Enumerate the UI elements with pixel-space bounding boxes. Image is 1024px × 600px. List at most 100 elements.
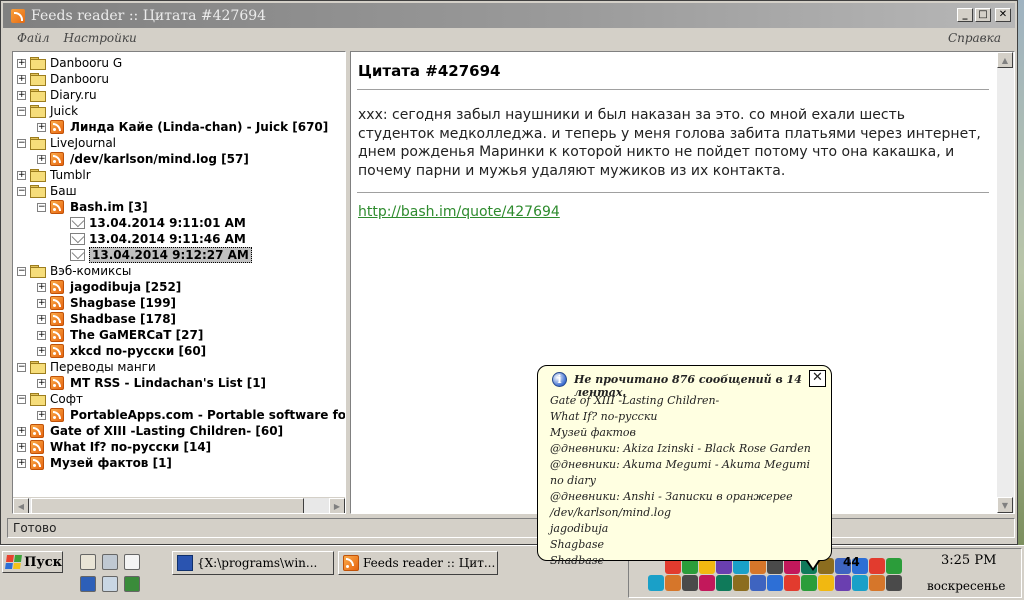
rss-icon [30, 456, 44, 470]
tree-node[interactable]: + PortableApps.com - Portable software fo… [37, 407, 345, 423]
tree-node[interactable]: + Danbooru [17, 71, 109, 87]
tree-node[interactable]: + Danbooru G [17, 55, 122, 71]
tree-node[interactable]: + xkcd по-русски [60] [37, 343, 206, 359]
tree-node[interactable]: + /dev/karlson/mind.log [57] [37, 151, 249, 167]
antivirus-icon[interactable] [750, 575, 766, 591]
expand-icon[interactable]: + [17, 458, 26, 468]
expand-icon[interactable]: + [37, 346, 46, 356]
scroll-right-button[interactable]: ▶ [329, 498, 345, 513]
calendar-icon[interactable] [124, 554, 140, 570]
tree-node[interactable]: 13.04.2014 9:11:46 AM [57, 231, 246, 247]
envelope-icon [70, 249, 85, 261]
collapse-icon[interactable]: − [17, 266, 26, 276]
tree-node-label: The GaMERCaT [27] [70, 328, 204, 342]
expand-icon[interactable]: + [17, 90, 26, 100]
quicklaunch-icon[interactable] [102, 554, 118, 570]
clock-time[interactable]: 3:25 PM [941, 553, 996, 568]
tree-node[interactable]: − Баш [17, 183, 77, 199]
scroll-up-button[interactable]: ▲ [997, 52, 1013, 68]
tree-node[interactable]: + Музей фактов [1] [17, 455, 172, 471]
notification-balloon[interactable]: i Не прочитано 876 сообщений в 14 лентах… [537, 365, 832, 567]
tree-node[interactable]: − Juick [17, 103, 78, 119]
messenger-icon[interactable] [665, 575, 681, 591]
task-button-feeds-reader[interactable]: Feeds reader :: Цит... [338, 551, 498, 575]
tree-node[interactable]: 13.04.2014 9:11:01 AM [57, 215, 246, 231]
article-link[interactable]: http://bash.im/quote/427694 [358, 204, 560, 220]
tree-node[interactable]: − Переводы манги [17, 359, 156, 375]
network-icon[interactable] [801, 575, 817, 591]
collapse-icon[interactable]: − [17, 362, 26, 372]
quicklaunch-icon[interactable] [80, 554, 96, 570]
tree-node[interactable]: − LiveJournal [17, 135, 116, 151]
collapse-icon[interactable]: − [17, 106, 26, 116]
expand-icon[interactable]: + [37, 314, 46, 324]
expand-icon[interactable]: + [37, 330, 46, 340]
expand-icon[interactable]: + [17, 170, 26, 180]
scroll-left-button[interactable]: ◀ [13, 498, 29, 513]
folder-icon [30, 73, 46, 86]
tree-node[interactable]: + Shagbase [199] [37, 295, 176, 311]
expand-icon[interactable]: + [17, 442, 26, 452]
p2p-icon[interactable] [886, 575, 902, 591]
expand-icon[interactable]: + [37, 154, 46, 164]
menu-bar: Файл Настройки Справка [3, 28, 1015, 48]
tree-node[interactable]: + MT RSS - Lindachan's List [1] [37, 375, 266, 391]
tree-node[interactable]: + Diary.ru [17, 87, 97, 103]
rss-icon[interactable] [733, 575, 749, 591]
tree-node[interactable]: + jagodibuja [252] [37, 279, 181, 295]
maximize-button[interactable]: □ [975, 8, 991, 22]
horizontal-scrollbar[interactable]: ◀ ▶ [13, 497, 345, 513]
expand-icon[interactable]: + [37, 378, 46, 388]
update-icon[interactable] [852, 575, 868, 591]
vertical-scrollbar[interactable]: ▲ ▼ [997, 52, 1014, 513]
task-button-explorer[interactable]: {X:\programs\win... [172, 551, 334, 575]
tree-node[interactable]: + Tumblr [17, 167, 91, 183]
scrollbar-thumb[interactable] [31, 498, 304, 513]
tree-node[interactable]: + Gate of XIII -Lasting Children- [60] [17, 423, 283, 439]
p2p-icon[interactable] [682, 575, 698, 591]
title-bar[interactable]: Feeds reader :: Цитата #427694 _ □ ✕ [3, 3, 1015, 28]
sound-icon[interactable] [886, 558, 902, 574]
tree-node[interactable]: + What If? по-русски [14] [17, 439, 211, 455]
shield-icon[interactable] [818, 575, 834, 591]
close-icon[interactable]: ✕ [809, 370, 826, 387]
collapse-icon[interactable]: − [17, 394, 26, 404]
sound-icon[interactable] [835, 575, 851, 591]
tree-node[interactable]: + The GaMERCaT [27] [37, 327, 203, 343]
expand-icon[interactable]: + [17, 74, 26, 84]
collapse-icon[interactable]: − [17, 186, 26, 196]
keyboard-icon[interactable] [767, 575, 783, 591]
menu-file[interactable]: Файл [17, 31, 49, 45]
expand-icon[interactable]: + [37, 298, 46, 308]
notification-line: Shagbase [550, 538, 604, 551]
expand-icon[interactable]: + [37, 410, 46, 420]
shield-icon[interactable] [869, 558, 885, 574]
messenger-icon[interactable] [869, 575, 885, 591]
expand-icon[interactable]: + [17, 58, 26, 68]
battery-icon[interactable] [784, 575, 800, 591]
tree-node-label: xkcd по-русски [60] [70, 344, 207, 358]
scroll-down-button[interactable]: ▼ [997, 497, 1013, 513]
tree-node[interactable]: 13.04.2014 9:12:27 AM [57, 247, 252, 263]
tree-node[interactable]: − Bash.im [3] [37, 199, 148, 215]
start-button[interactable]: Пуск [2, 551, 63, 573]
quicklaunch-icon[interactable] [124, 576, 140, 592]
collapse-icon[interactable]: − [17, 138, 26, 148]
tree-node[interactable]: − Софт [17, 391, 83, 407]
expand-icon[interactable]: + [37, 282, 46, 292]
menu-settings[interactable]: Настройки [63, 31, 136, 45]
tree-node[interactable]: − Вэб-комиксы [17, 263, 131, 279]
collapse-icon[interactable]: − [37, 202, 46, 212]
firefox-icon[interactable] [716, 575, 732, 591]
update-icon[interactable] [648, 575, 664, 591]
mail-icon[interactable] [699, 575, 715, 591]
menu-help[interactable]: Справка [948, 31, 1001, 45]
close-button[interactable]: ✕ [995, 8, 1011, 22]
quicklaunch-icon[interactable] [102, 576, 118, 592]
quicklaunch-icon[interactable] [80, 576, 96, 592]
expand-icon[interactable]: + [17, 426, 26, 436]
tree-node[interactable]: + Shadbase [178] [37, 311, 176, 327]
expand-icon[interactable]: + [37, 122, 46, 132]
tree-node[interactable]: + Линда Кайе (Linda-chan) - Juick [670] [37, 119, 328, 135]
minimize-button[interactable]: _ [957, 8, 973, 22]
